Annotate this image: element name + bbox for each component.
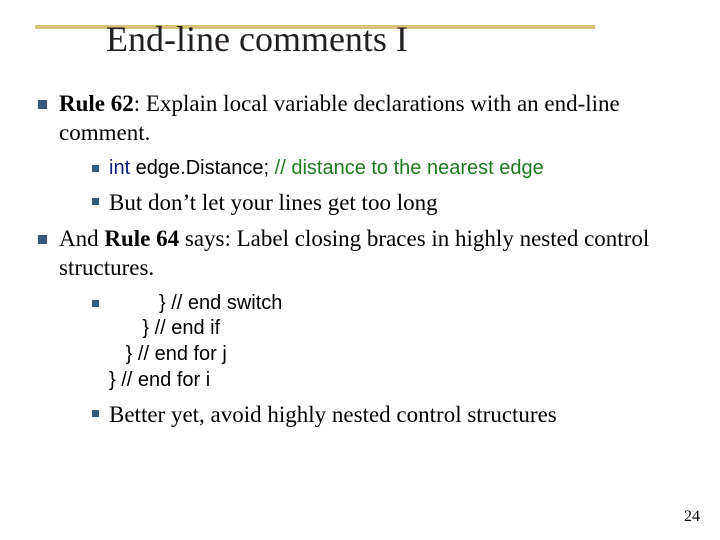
bullet-rule-64-code: } // end switch } // end if } // end for… (92, 291, 682, 393)
bullet-text: And Rule 64 says: Label closing braces i… (59, 225, 682, 283)
end-for-i: } // end for i (109, 368, 682, 394)
rule-62-rest: : Explain local variable declarations wi… (59, 91, 620, 145)
bullet-rule-64: And Rule 64 says: Label closing braces i… (38, 225, 682, 283)
end-if: } // end if (109, 316, 682, 342)
slide: End-line comments I Rule 62: Explain loc… (0, 0, 720, 540)
bullet-icon (92, 198, 99, 205)
bullet-rule-62-code: int edge.Distance; // distance to the ne… (92, 156, 682, 181)
bullet-icon (38, 235, 47, 244)
bullet-rule-62: Rule 62: Explain local variable declarat… (38, 90, 682, 148)
slide-body: Rule 62: Explain local variable declarat… (38, 90, 682, 438)
page-number: 24 (684, 508, 700, 526)
bullet-icon (92, 410, 99, 417)
code-example: int edge.Distance; // distance to the ne… (109, 156, 682, 181)
code-block-wrap: } // end switch } // end if } // end for… (109, 291, 682, 393)
bullet-text: Rule 62: Explain local variable declarat… (59, 90, 682, 148)
code-comment: // distance to the nearest edge (275, 157, 544, 179)
rule-64-bold: Rule 64 (104, 226, 179, 251)
bullet-text: Better yet, avoid highly nested control … (109, 401, 682, 430)
bullet-rule-64-note: Better yet, avoid highly nested control … (92, 401, 682, 430)
end-for-j: } // end for j (109, 342, 682, 368)
bullet-rule-62-note: But don’t let your lines get too long (92, 189, 682, 218)
slide-title: End-line comments I (106, 18, 408, 60)
code-keyword: int (109, 157, 130, 179)
bullet-icon (92, 300, 99, 307)
bullet-icon (92, 165, 99, 172)
end-switch: } // end switch (109, 291, 682, 317)
rule-64-prefix: And (59, 226, 104, 251)
bullet-icon (38, 100, 47, 109)
rule-62-bold: Rule 62 (59, 91, 134, 116)
code-body: edge.Distance; (130, 157, 275, 179)
bullet-text: But don’t let your lines get too long (109, 189, 682, 218)
